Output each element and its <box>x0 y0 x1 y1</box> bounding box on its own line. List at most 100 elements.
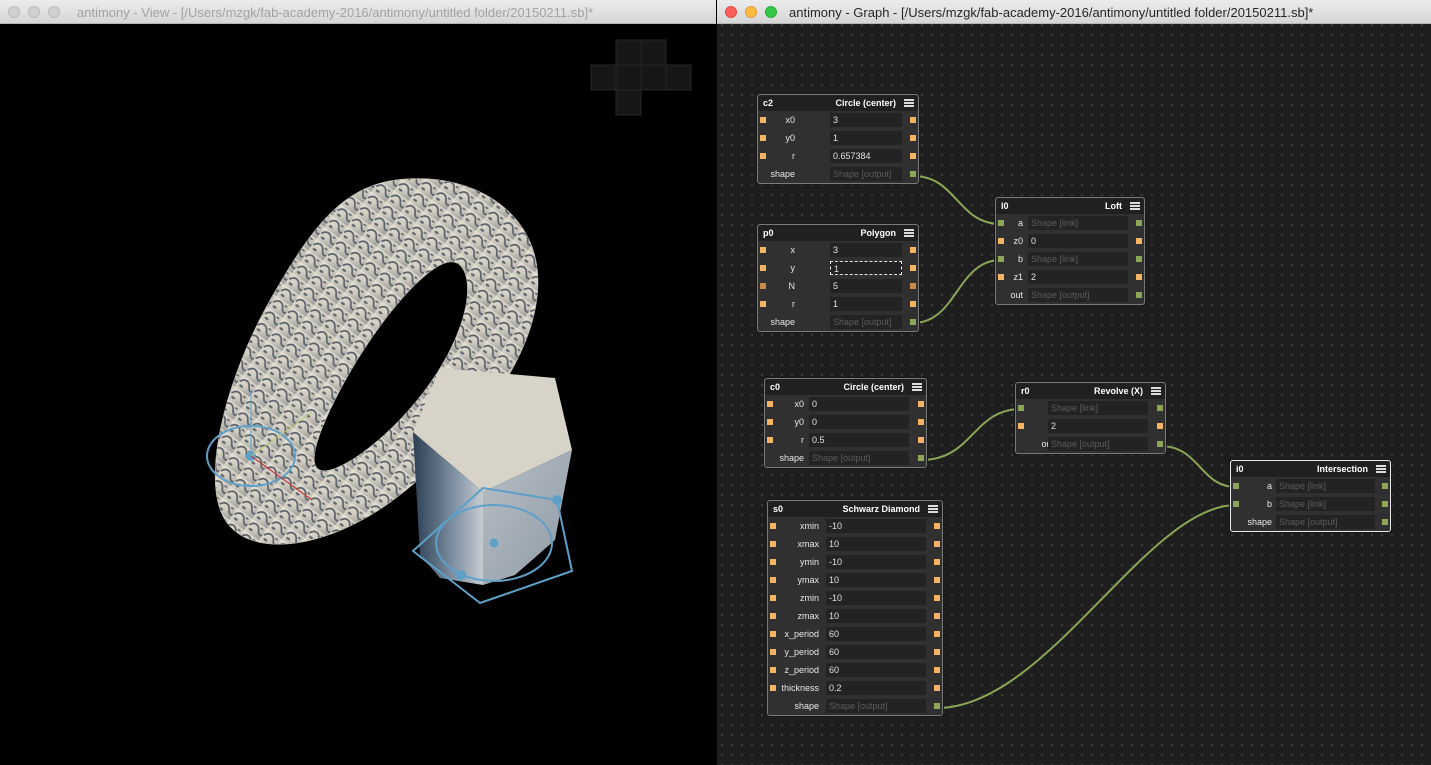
output-port[interactable] <box>1382 501 1388 507</box>
view-titlebar[interactable]: antimony - View - [/Users/mzgk/fab-acade… <box>0 0 716 24</box>
output-port[interactable] <box>934 649 940 655</box>
param-field-active[interactable]: 1 <box>830 261 902 275</box>
output-port[interactable] <box>918 419 924 425</box>
param-field[interactable]: 10 <box>826 537 926 551</box>
input-port[interactable] <box>1018 405 1024 411</box>
input-port[interactable] <box>1018 423 1024 429</box>
input-port[interactable] <box>760 265 766 271</box>
node-menu-icon[interactable] <box>1130 202 1140 210</box>
param-field[interactable]: 60 <box>826 645 926 659</box>
param-field[interactable]: 0 <box>809 397 909 411</box>
input-port[interactable] <box>760 117 766 123</box>
output-port[interactable] <box>934 559 940 565</box>
output-port[interactable] <box>1382 519 1388 525</box>
param-field[interactable]: 0.657384 <box>830 149 902 163</box>
output-port[interactable] <box>934 667 940 673</box>
output-port[interactable] <box>918 437 924 443</box>
close-button[interactable] <box>8 6 20 18</box>
input-port[interactable] <box>767 437 773 443</box>
input-port[interactable] <box>998 238 1004 244</box>
input-port[interactable] <box>998 274 1004 280</box>
output-port[interactable] <box>918 455 924 461</box>
output-port[interactable] <box>934 613 940 619</box>
output-port[interactable] <box>1157 441 1163 447</box>
output-port[interactable] <box>1157 405 1163 411</box>
input-port[interactable] <box>1233 501 1239 507</box>
node-menu-icon[interactable] <box>1151 387 1161 395</box>
output-port[interactable] <box>1136 256 1142 262</box>
node-header[interactable]: c0 Circle (center) <box>765 379 926 395</box>
input-port[interactable] <box>770 541 776 547</box>
input-port[interactable] <box>770 595 776 601</box>
node-p0-polygon[interactable]: p0 Polygon x 3 y 1 N 5 r 1 shape Shape [… <box>757 224 919 332</box>
param-field[interactable]: 60 <box>826 627 926 641</box>
node-menu-icon[interactable] <box>904 99 914 107</box>
input-port[interactable] <box>770 667 776 673</box>
output-port[interactable] <box>934 541 940 547</box>
output-port[interactable] <box>918 401 924 407</box>
param-field[interactable]: 0 <box>809 415 909 429</box>
param-field[interactable]: 2 <box>1048 419 1148 433</box>
input-port[interactable] <box>770 523 776 529</box>
input-port[interactable] <box>760 153 766 159</box>
output-port[interactable] <box>910 319 916 325</box>
input-port[interactable] <box>760 283 766 289</box>
node-menu-icon[interactable] <box>912 383 922 391</box>
node-header[interactable]: l0 Loft <box>996 198 1144 214</box>
output-port[interactable] <box>910 135 916 141</box>
param-field[interactable]: 1 <box>830 297 902 311</box>
node-header[interactable]: s0 Schwarz Diamond <box>768 501 942 517</box>
param-field[interactable]: 3 <box>830 113 902 127</box>
param-field[interactable]: 0 <box>1028 234 1128 248</box>
view-orientation-cube-icon[interactable] <box>590 39 692 116</box>
output-port[interactable] <box>910 301 916 307</box>
node-r0-revolve[interactable]: r0 Revolve (X) a Shape [link] y 2 out Sh… <box>1015 382 1166 454</box>
param-field[interactable]: 10 <box>826 609 926 623</box>
output-port[interactable] <box>910 247 916 253</box>
param-field[interactable]: 3 <box>830 243 902 257</box>
output-port[interactable] <box>910 265 916 271</box>
node-header[interactable]: c2 Circle (center) <box>758 95 918 111</box>
input-port[interactable] <box>1233 483 1239 489</box>
param-field[interactable]: 5 <box>830 279 902 293</box>
node-header[interactable]: i0 Intersection <box>1231 461 1390 477</box>
output-port[interactable] <box>934 523 940 529</box>
output-port[interactable] <box>934 685 940 691</box>
input-port[interactable] <box>760 301 766 307</box>
input-port[interactable] <box>760 247 766 253</box>
node-c0-circle[interactable]: c0 Circle (center) x0 0 y0 0 r 0.5 shape… <box>764 378 927 468</box>
node-header[interactable]: r0 Revolve (X) <box>1016 383 1165 399</box>
input-port[interactable] <box>770 685 776 691</box>
3d-viewport[interactable] <box>0 24 716 765</box>
output-port[interactable] <box>1382 483 1388 489</box>
output-port[interactable] <box>910 117 916 123</box>
param-field[interactable]: 2 <box>1028 270 1128 284</box>
node-menu-icon[interactable] <box>928 505 938 513</box>
param-field[interactable]: 1 <box>830 131 902 145</box>
input-port[interactable] <box>770 559 776 565</box>
param-field[interactable]: 0.2 <box>826 681 926 695</box>
param-field[interactable]: 10 <box>826 573 926 587</box>
output-port[interactable] <box>1157 423 1163 429</box>
input-port[interactable] <box>760 135 766 141</box>
input-port[interactable] <box>998 220 1004 226</box>
param-field[interactable]: -10 <box>826 555 926 569</box>
param-field[interactable]: 0.5 <box>809 433 909 447</box>
param-field[interactable]: -10 <box>826 519 926 533</box>
input-port[interactable] <box>767 401 773 407</box>
zoom-button[interactable] <box>48 6 60 18</box>
output-port[interactable] <box>910 283 916 289</box>
input-port[interactable] <box>770 649 776 655</box>
input-port[interactable] <box>770 613 776 619</box>
param-field[interactable]: 60 <box>826 663 926 677</box>
node-c2-circle[interactable]: c2 Circle (center) x0 3 y0 1 r 0.657384 … <box>757 94 919 184</box>
input-port[interactable] <box>770 577 776 583</box>
output-port[interactable] <box>910 153 916 159</box>
output-port[interactable] <box>1136 274 1142 280</box>
node-s0-schwarz-diamond[interactable]: s0 Schwarz Diamond xmin -10 xmax 10 ymin… <box>767 500 943 716</box>
node-menu-icon[interactable] <box>904 229 914 237</box>
minimize-button[interactable] <box>28 6 40 18</box>
node-i0-intersection[interactable]: i0 Intersection a Shape [link] b Shape [… <box>1230 460 1391 532</box>
input-port[interactable] <box>998 256 1004 262</box>
input-port[interactable] <box>767 419 773 425</box>
